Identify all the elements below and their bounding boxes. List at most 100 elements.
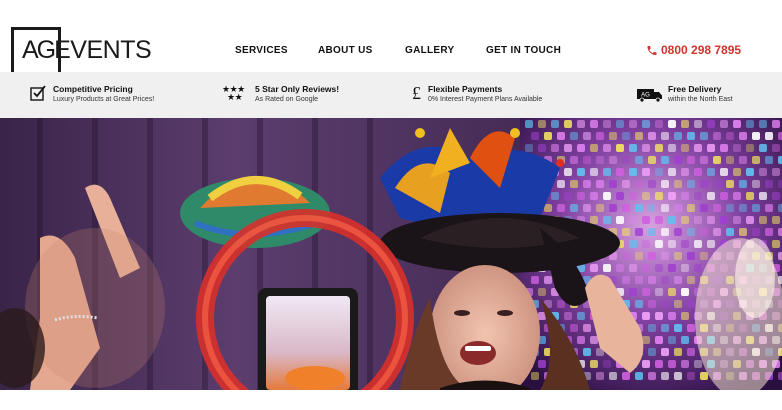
sequin bbox=[544, 204, 552, 212]
sequin bbox=[648, 228, 656, 236]
truck-badge-text: AG bbox=[641, 93, 650, 99]
sequin bbox=[564, 144, 572, 152]
party-photo bbox=[0, 118, 782, 390]
sequin bbox=[603, 360, 611, 368]
sequin bbox=[694, 120, 702, 128]
sequin bbox=[746, 120, 754, 128]
sequin bbox=[668, 264, 676, 272]
sequin bbox=[655, 192, 663, 200]
checkbox-icon bbox=[30, 85, 46, 101]
sequin bbox=[713, 132, 721, 140]
sequin bbox=[687, 324, 695, 332]
delivery-truck-icon: AG bbox=[637, 89, 662, 102]
sequin bbox=[700, 156, 708, 164]
sequin bbox=[583, 324, 591, 332]
sequin bbox=[752, 156, 760, 164]
sequin bbox=[739, 132, 747, 140]
sequin bbox=[603, 144, 611, 152]
nav-get-in-touch[interactable]: GET IN TOUCH bbox=[486, 45, 561, 57]
sequin bbox=[655, 360, 663, 368]
sequin bbox=[648, 156, 656, 164]
sequin bbox=[622, 228, 630, 236]
sequin bbox=[629, 216, 637, 224]
sequin bbox=[681, 120, 689, 128]
sequin bbox=[707, 216, 715, 224]
sequin bbox=[564, 312, 572, 320]
sequin bbox=[635, 252, 643, 260]
sequin bbox=[668, 144, 676, 152]
sequin bbox=[655, 120, 663, 128]
sequin bbox=[622, 204, 630, 212]
sequin bbox=[635, 204, 643, 212]
sequin bbox=[661, 204, 669, 212]
sequin bbox=[681, 144, 689, 152]
sequin bbox=[739, 180, 747, 188]
sequin bbox=[603, 192, 611, 200]
sequin bbox=[752, 132, 760, 140]
sequin bbox=[765, 180, 773, 188]
nav-services[interactable]: SERVICES bbox=[235, 45, 288, 57]
sequin bbox=[596, 180, 604, 188]
sequin bbox=[544, 276, 552, 284]
sequin bbox=[590, 120, 598, 128]
sequin bbox=[629, 120, 637, 128]
sequin bbox=[674, 228, 682, 236]
sequin bbox=[694, 144, 702, 152]
sequin bbox=[739, 228, 747, 236]
nav-gallery[interactable]: GALLERY bbox=[405, 45, 455, 57]
sequin bbox=[583, 156, 591, 164]
sequin bbox=[642, 336, 650, 344]
sequin bbox=[733, 144, 741, 152]
sequin bbox=[590, 192, 598, 200]
sequin bbox=[583, 180, 591, 188]
usp-bar: Competitive Pricing Luxury Products at G… bbox=[0, 72, 782, 118]
sequin bbox=[746, 192, 754, 200]
sequin bbox=[642, 120, 650, 128]
sequin bbox=[590, 264, 598, 272]
sequin bbox=[577, 336, 585, 344]
sequin bbox=[538, 288, 546, 296]
sequin bbox=[778, 156, 782, 164]
sequin bbox=[687, 252, 695, 260]
sequin bbox=[570, 204, 578, 212]
sequin bbox=[733, 168, 741, 176]
nav-about-us[interactable]: ABOUT US bbox=[318, 45, 373, 57]
sequin bbox=[603, 168, 611, 176]
sequin bbox=[609, 180, 617, 188]
sequin bbox=[668, 240, 676, 248]
sequin bbox=[655, 168, 663, 176]
sequin bbox=[681, 312, 689, 320]
sequin bbox=[583, 204, 591, 212]
sequin bbox=[538, 360, 546, 368]
sequin bbox=[687, 132, 695, 140]
page-bottom-strip bbox=[0, 390, 782, 410]
sequin bbox=[635, 228, 643, 236]
sequin bbox=[778, 228, 782, 236]
sequin bbox=[759, 168, 767, 176]
sequin bbox=[661, 228, 669, 236]
sequin bbox=[622, 372, 630, 380]
sequin bbox=[772, 192, 780, 200]
sequin bbox=[583, 132, 591, 140]
sequin bbox=[609, 156, 617, 164]
usp-title: Competitive Pricing bbox=[53, 84, 133, 94]
sequin bbox=[577, 144, 585, 152]
sequin bbox=[616, 192, 624, 200]
sequin bbox=[551, 120, 559, 128]
sequin bbox=[661, 132, 669, 140]
sequin bbox=[674, 300, 682, 308]
sequin bbox=[635, 276, 643, 284]
sequin bbox=[616, 120, 624, 128]
hero-image bbox=[0, 118, 782, 390]
sequin bbox=[642, 168, 650, 176]
sequin bbox=[642, 216, 650, 224]
sequin bbox=[557, 300, 565, 308]
sequin bbox=[590, 168, 598, 176]
sequin bbox=[772, 144, 780, 152]
sequin bbox=[629, 144, 637, 152]
sequin bbox=[616, 168, 624, 176]
sequin bbox=[687, 372, 695, 380]
sequin bbox=[668, 336, 676, 344]
sequin bbox=[655, 312, 663, 320]
sequin bbox=[739, 204, 747, 212]
